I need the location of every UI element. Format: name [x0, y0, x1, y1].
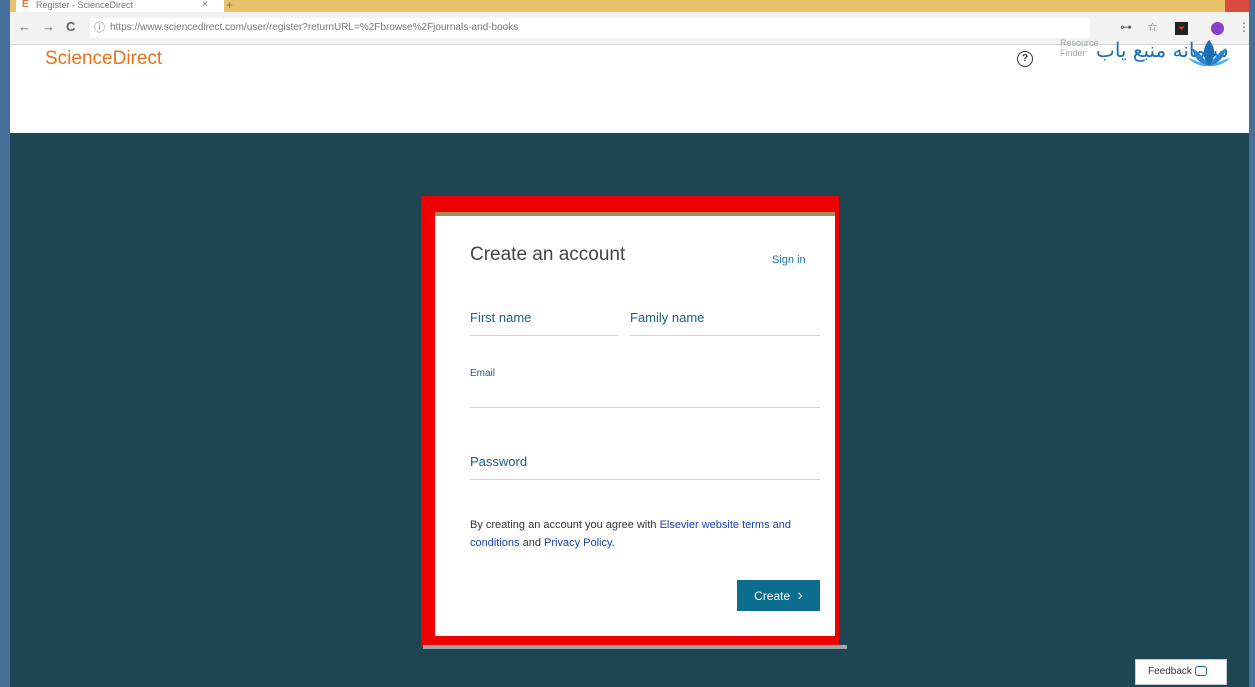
- tab-title: Register - ScienceDirect: [36, 0, 134, 10]
- password-underline: [470, 479, 820, 480]
- site-info-icon[interactable]: ⓘ: [94, 18, 105, 38]
- first-name-field[interactable]: First name: [470, 310, 531, 325]
- email-field[interactable]: [470, 407, 820, 408]
- terms-text: By creating an account you agree with El…: [470, 519, 792, 549]
- chat-bubble-icon: [1194, 666, 1207, 677]
- privacy-policy-link[interactable]: Privacy Policy: [544, 537, 612, 549]
- browser-menu-icon[interactable]: ⋮: [1238, 20, 1249, 34]
- first-name-underline: [470, 335, 618, 336]
- create-button[interactable]: Create ›: [737, 580, 820, 611]
- help-icon[interactable]: ?: [1017, 51, 1033, 67]
- sign-in-link[interactable]: Sign in: [772, 254, 806, 266]
- lotus-icon: [1188, 40, 1230, 67]
- window-corner-button[interactable]: [1225, 0, 1249, 12]
- browser-window: E Register - ScienceDirect × + ← → C ⓘ h…: [10, 0, 1249, 687]
- back-icon[interactable]: ←: [18, 19, 31, 34]
- create-button-label: Create: [754, 589, 791, 603]
- family-name-field[interactable]: Family name: [630, 310, 704, 325]
- resource-finder-logo[interactable]: Resource Finder سامانه منبع یاب: [1060, 34, 1230, 74]
- url-text: https://www.sciencedirect.com/user/regis…: [110, 22, 519, 33]
- new-tab-icon[interactable]: +: [226, 0, 233, 12]
- elsevier-favicon-icon: E: [22, 0, 29, 10]
- card-shadow: [423, 645, 847, 649]
- browser-tab[interactable]: E Register - ScienceDirect ×: [16, 0, 224, 12]
- sciencedirect-logo[interactable]: ScienceDirect: [45, 48, 162, 70]
- family-name-underline: [630, 335, 820, 336]
- feedback-button[interactable]: Feedback: [1135, 659, 1227, 685]
- reload-icon[interactable]: C: [66, 19, 75, 34]
- password-field[interactable]: Password: [470, 454, 527, 469]
- email-field-label: Email: [470, 368, 496, 379]
- bookmark-star-icon[interactable]: ☆: [1147, 20, 1158, 34]
- resource-finder-caption: Resource Finder: [1060, 38, 1099, 58]
- forward-icon[interactable]: →: [42, 19, 55, 34]
- chevron-right-icon: ›: [797, 587, 803, 604]
- tab-strip: E Register - ScienceDirect × +: [10, 0, 1249, 12]
- create-account-form: Create an account Sign in First name Fam…: [435, 212, 835, 636]
- address-bar[interactable]: ⓘ https://www.sciencedirect.com/user/reg…: [90, 18, 1090, 38]
- form-title: Create an account: [470, 244, 626, 265]
- feedback-label: Feedback: [1148, 666, 1192, 677]
- tab-close-icon[interactable]: ×: [202, 0, 208, 10]
- key-icon[interactable]: ⊶: [1120, 20, 1132, 34]
